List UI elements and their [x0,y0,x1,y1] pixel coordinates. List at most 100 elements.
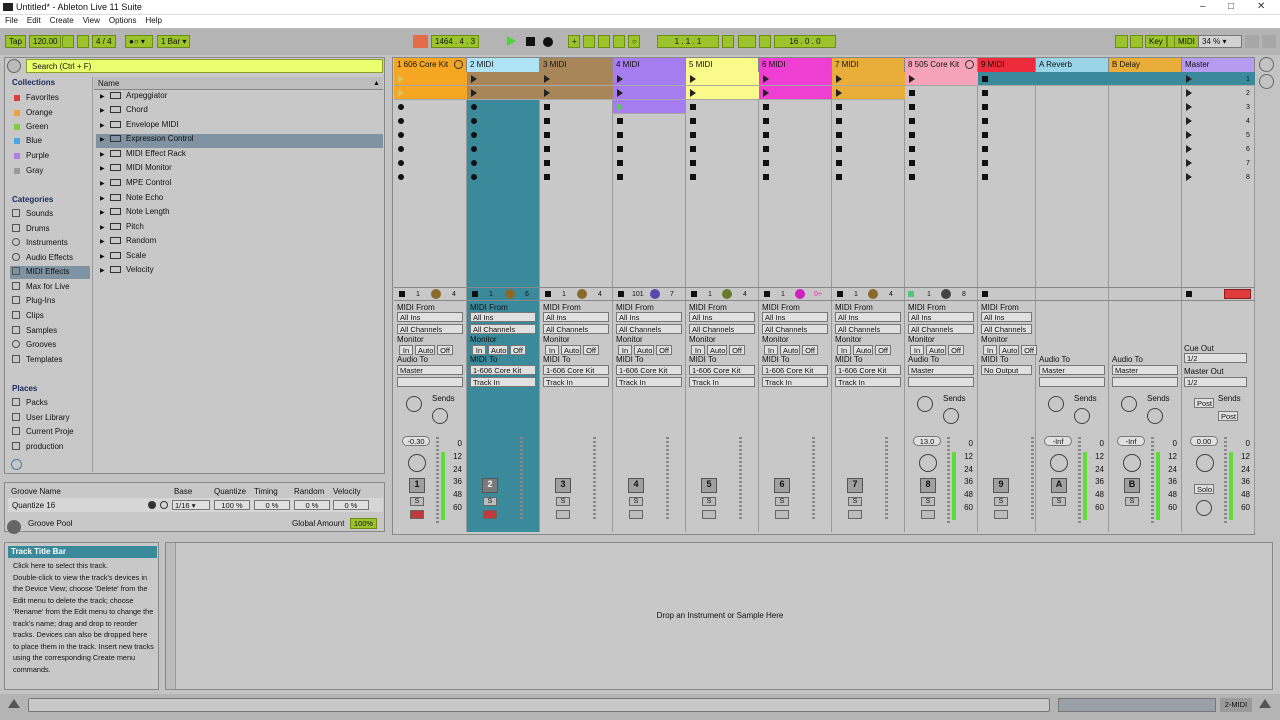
scene-launch-icon[interactable] [1186,173,1192,181]
midi-from-select[interactable]: All Ins [835,312,901,322]
clip[interactable] [759,86,832,100]
expand-icon[interactable]: ▶ [100,122,108,129]
stop-slot-icon[interactable] [690,104,696,110]
category-templates[interactable]: Templates [12,355,62,364]
send-a-knob[interactable] [917,396,933,412]
volume-field[interactable]: -Inf [1117,436,1145,446]
stop-slot-icon[interactable] [982,174,988,180]
midi-to-select[interactable]: 1-606 Core Kit [762,365,828,375]
info-toggle-icon[interactable] [8,699,20,708]
solo-button[interactable]: S [702,497,716,506]
clip[interactable] [759,72,832,86]
audio-to-select[interactable]: Master [1039,365,1105,375]
monitor-in-button[interactable]: In [618,345,632,355]
browser-item[interactable]: ▶ MIDI Monitor [96,163,383,177]
solo-button[interactable]: S [921,497,935,506]
stop-slot-icon[interactable] [836,132,842,138]
record-slot-icon[interactable] [398,146,404,152]
solo-button[interactable]: S [1052,497,1066,506]
stop-slot-icon[interactable] [836,174,842,180]
session-scroll-icon[interactable] [1259,74,1274,89]
menu-file[interactable]: File [0,15,22,25]
record-slot-icon[interactable] [471,132,477,138]
expand-icon[interactable]: ▶ [100,267,108,274]
stop-slot-icon[interactable] [836,160,842,166]
expand-icon[interactable]: ▶ [100,107,108,114]
track-activator-button[interactable]: 3 [555,478,571,493]
hot-swap-icon[interactable] [148,501,156,509]
close-button[interactable]: ✕ [1257,1,1265,12]
track-stop-icon[interactable] [691,291,697,297]
solo-cue-button[interactable]: Solo [1194,484,1214,494]
volume-field[interactable]: 13.0 [913,436,941,446]
fold-icon[interactable] [454,60,463,69]
expand-icon[interactable]: ▶ [100,195,108,202]
monitor-in-button[interactable]: In [472,345,486,355]
stop-slot-icon[interactable] [690,132,696,138]
clip[interactable] [540,86,613,100]
monitor-in-button[interactable]: In [764,345,778,355]
solo-button[interactable]: S [775,497,789,506]
pan-knob[interactable] [919,454,937,472]
macro-knob-icon[interactable] [941,289,951,299]
record-slot-icon[interactable] [471,160,477,166]
audio-to-channel-select[interactable] [1039,377,1105,387]
expand-icon[interactable]: ▶ [100,238,108,245]
stop-slot-icon[interactable] [836,146,842,152]
midi-channel-select[interactable]: All Channels [543,324,609,334]
clip-play-icon[interactable] [836,75,842,83]
arrangement-position-field[interactable]: 1464 . 4 . 3 [431,35,480,48]
track-stop-icon[interactable] [472,291,478,297]
clip-play-icon[interactable] [763,89,769,97]
automation-arm-icon[interactable] [583,35,595,48]
expand-icon[interactable]: ▶ [100,151,108,158]
tap-button[interactable]: Tap [5,35,26,48]
stop-slot-icon[interactable] [690,146,696,152]
track-title-5[interactable]: 5 MIDI [686,58,759,72]
groove-velocity-field[interactable]: 0 % [333,500,369,510]
menu-options[interactable]: Options [104,15,141,25]
clip[interactable] [467,72,540,86]
browser-item-selected[interactable]: ▶ Expression Control [96,134,383,148]
midi-from-select[interactable]: All Ins [762,312,828,322]
stop-slot-icon[interactable] [617,174,623,180]
play-icon[interactable] [507,36,516,46]
midi-to-channel-select[interactable]: Track In [762,377,828,387]
clip-play-icon[interactable] [544,75,550,83]
clip-play-icon[interactable] [398,75,404,83]
menu-help[interactable]: Help [140,15,165,25]
browser-toggle-icon[interactable] [7,59,21,73]
monitor-off-button[interactable]: Off [1021,345,1037,355]
re-enable-automation-icon[interactable] [598,35,610,48]
clip-play-icon[interactable] [763,75,769,83]
macro-knob-icon[interactable] [650,289,660,299]
monitor-auto-button[interactable]: Auto [707,345,727,355]
clip[interactable] [467,86,540,100]
category-sounds[interactable]: Sounds [12,209,53,218]
record-slot-icon[interactable] [398,174,404,180]
stop-slot-icon[interactable] [909,174,915,180]
send-b-knob[interactable] [943,408,959,424]
solo-button[interactable]: S [1125,497,1139,506]
browser-search-input[interactable]: Search (Ctrl + F) [26,59,383,73]
arm-button[interactable] [775,510,789,519]
solo-button[interactable]: S [556,497,570,506]
arm-button[interactable] [483,510,497,519]
track-title-4[interactable]: 4 MIDI [613,58,686,72]
midi-from-select[interactable]: All Ins [908,312,974,322]
macro-knob-icon[interactable] [505,289,515,299]
stop-all-clips-icon[interactable] [1186,291,1192,297]
record-slot-icon[interactable] [398,104,404,110]
audio-to-select[interactable]: Master [908,365,974,375]
menu-create[interactable]: Create [45,15,78,25]
send-a-knob[interactable] [1121,396,1137,412]
stop-slot-icon[interactable] [763,160,769,166]
category-audio-effects[interactable]: Audio Effects [12,253,73,262]
arm-button[interactable] [921,510,935,519]
midi-to-select[interactable]: 1-606 Core Kit [543,365,609,375]
nudge-up-icon[interactable] [77,35,89,48]
clip[interactable] [832,72,905,86]
monitor-auto-button[interactable]: Auto [415,345,435,355]
punch-out-icon[interactable] [759,35,771,48]
audio-to-channel-select[interactable] [397,377,463,387]
